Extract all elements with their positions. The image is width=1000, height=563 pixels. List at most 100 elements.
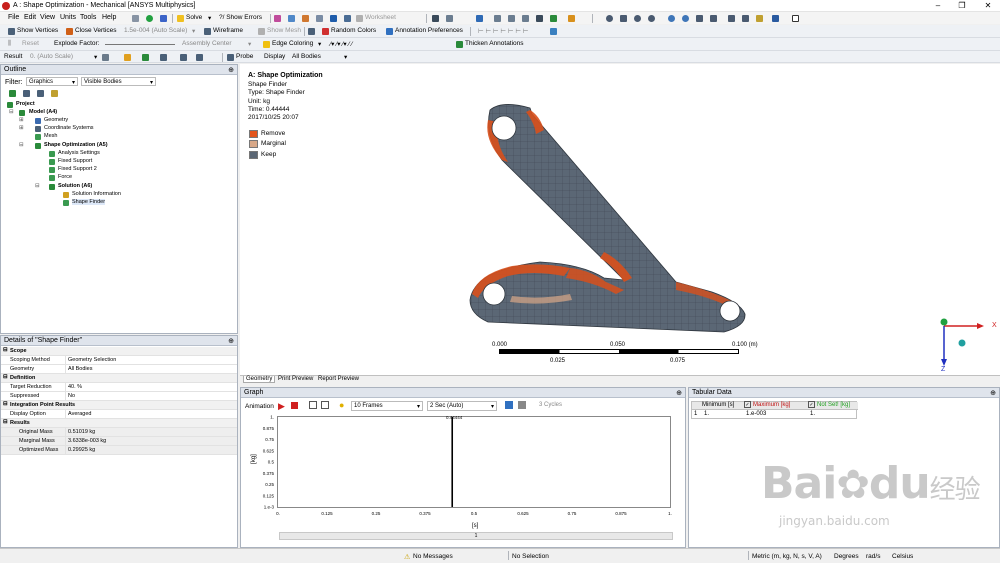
edge-display-icon[interactable] — [124, 54, 131, 61]
cube-icon[interactable] — [550, 28, 557, 35]
messages-status[interactable]: No Messages — [413, 553, 453, 560]
details-section-results[interactable]: ⊟ Results — [1, 419, 237, 428]
zoom-icon[interactable] — [634, 15, 641, 22]
image-icon[interactable] — [302, 15, 309, 22]
tree-icon[interactable] — [132, 15, 139, 22]
tree-item-fixed-support-2[interactable]: Fixed Support 2 — [58, 166, 97, 172]
table-row[interactable]: 1 1. 1.e-003 1. — [692, 410, 858, 419]
show-mesh-button[interactable]: Show Mesh — [267, 27, 301, 34]
details-row[interactable]: Scoping Method Geometry Selection — [1, 356, 237, 365]
pin-icon[interactable]: ⫼ — [8, 40, 11, 48]
extend-icon[interactable] — [476, 15, 483, 22]
annotation-icon[interactable] — [330, 15, 337, 22]
tree-toggle[interactable]: ⊟ — [19, 142, 24, 148]
tree-item-solution[interactable]: Solution (A6) — [58, 183, 92, 189]
expand-all-icon[interactable] — [37, 90, 44, 97]
element-select-icon[interactable] — [550, 15, 557, 22]
pan-icon[interactable] — [620, 15, 627, 22]
assembly-center-dropdown[interactable]: ▾ — [248, 40, 251, 48]
axis-triad[interactable] — [930, 314, 1000, 374]
label-tool-icon[interactable] — [196, 54, 203, 61]
details-section-integration[interactable]: ⊟ Integration Point Results — [1, 401, 237, 410]
menu-edit[interactable]: Edit — [24, 14, 36, 21]
tree-item-shape-finder[interactable]: Shape Finder — [72, 199, 106, 205]
edge-select-icon[interactable] — [494, 15, 501, 22]
previous-view-icon[interactable] — [696, 15, 703, 22]
display-dropdown[interactable]: ▾ — [344, 53, 347, 61]
col-maximum[interactable]: Maximum [kg] — [753, 402, 790, 408]
edge-coloring-button[interactable]: Edge Coloring — [272, 40, 313, 47]
worksheet-icon[interactable] — [356, 15, 363, 22]
show-vertices-button[interactable]: Show Vertices — [17, 27, 58, 34]
menu-help[interactable]: Help — [102, 14, 116, 21]
menu-tools[interactable]: Tools — [80, 14, 96, 21]
tree-item-mesh[interactable]: Mesh — [44, 133, 57, 139]
tabular-pin-icon[interactable]: ⊕ — [990, 389, 996, 397]
next-view-icon[interactable] — [710, 15, 717, 22]
tree-toggle[interactable]: ⊟ — [35, 183, 40, 189]
details-row[interactable]: Geometry All Bodies — [1, 365, 237, 374]
select-icon[interactable] — [432, 15, 439, 22]
coordinate-icon[interactable] — [344, 15, 351, 22]
temperature-units[interactable]: Celsius — [892, 553, 913, 560]
contour-icon[interactable] — [102, 54, 109, 61]
menu-file[interactable]: File — [8, 14, 19, 21]
display-select[interactable]: All Bodies — [292, 53, 321, 60]
tree-item-coordinate-systems[interactable]: Coordinate Systems — [44, 125, 94, 131]
worksheet-button[interactable]: Worksheet — [365, 14, 396, 21]
edge-coloring-dropdown[interactable]: ▾ — [318, 40, 321, 48]
tab-report-preview[interactable]: Report Preview — [318, 376, 359, 382]
max-icon[interactable] — [142, 54, 149, 61]
scale-dropdown[interactable]: ▾ — [192, 27, 195, 35]
label-icon[interactable] — [568, 15, 575, 22]
tree-toggle[interactable]: ⊞ — [19, 125, 24, 131]
angle-units[interactable]: Degrees — [834, 553, 859, 560]
random-colors-button[interactable]: Random Colors — [331, 27, 376, 34]
check-icon[interactable] — [146, 15, 153, 22]
figure-icon[interactable] — [316, 15, 323, 22]
details-row[interactable]: Suppressed No — [1, 392, 237, 401]
face-select-icon[interactable] — [508, 15, 515, 22]
details-row[interactable]: Original Mass 0.51019 kg — [1, 428, 237, 437]
close-window-button[interactable]: ✕ — [982, 1, 994, 11]
assembly-center-select[interactable]: Assembly Center — [182, 40, 232, 47]
print-icon[interactable] — [742, 15, 749, 22]
rotational-units[interactable]: rad/s — [866, 553, 880, 560]
tab-print-preview[interactable]: Print Preview — [278, 376, 313, 382]
thicken-annotations-button[interactable]: Thicken Annotations — [465, 40, 524, 47]
menu-units[interactable]: Units — [60, 14, 76, 21]
min-icon[interactable] — [160, 54, 167, 61]
explode-slider[interactable] — [105, 44, 175, 45]
collapse-icon[interactable] — [23, 90, 30, 97]
reset-button[interactable]: Reset — [22, 40, 39, 47]
help-icon[interactable] — [772, 15, 779, 22]
maximum-checkbox[interactable]: ✓ — [744, 401, 751, 408]
details-section-definition[interactable]: ⊟ Definition — [1, 374, 237, 383]
solve-button[interactable]: Solve — [186, 14, 202, 21]
tree-item-project[interactable]: Project — [16, 101, 35, 107]
zoom-to-fit-icon[interactable] — [668, 15, 675, 22]
solve-dropdown[interactable]: ▾ — [208, 14, 211, 22]
units-status[interactable]: Metric (m, kg, N, s, V, A) — [752, 553, 822, 560]
tab-geometry[interactable]: Geometry — [243, 376, 276, 383]
graph-timeline[interactable]: 1 — [279, 532, 673, 540]
probe-button[interactable]: Probe — [236, 53, 253, 60]
body-select-icon[interactable] — [522, 15, 529, 22]
tree-toggle[interactable]: ⊟ — [9, 109, 14, 115]
details-row[interactable]: Target Reduction 40. % — [1, 383, 237, 392]
details-row[interactable]: Marginal Mass 3.6338e-003 kg — [1, 437, 237, 446]
vector-icon[interactable] — [180, 54, 187, 61]
outline-pin-icon[interactable]: ⊕ — [228, 66, 234, 74]
folder-icon[interactable] — [51, 90, 58, 97]
update-icon[interactable] — [160, 15, 167, 22]
wireframe-button[interactable]: Wireframe — [213, 27, 243, 34]
options-icon[interactable] — [756, 15, 763, 22]
filter-select[interactable]: Graphics ▾ — [26, 77, 78, 86]
tree-item-model[interactable]: Model (A4) — [29, 109, 57, 115]
box-zoom-icon[interactable] — [648, 15, 655, 22]
col-minimum[interactable]: Minimum [s] — [702, 402, 734, 408]
model-view[interactable] — [240, 64, 1000, 384]
filter-bodies-select[interactable]: Visible Bodies ▾ — [81, 77, 156, 86]
maximize-button[interactable]: ❐ — [956, 1, 968, 11]
graphics-viewport[interactable]: A: Shape Optimization Shape Finder Type:… — [240, 64, 1000, 384]
